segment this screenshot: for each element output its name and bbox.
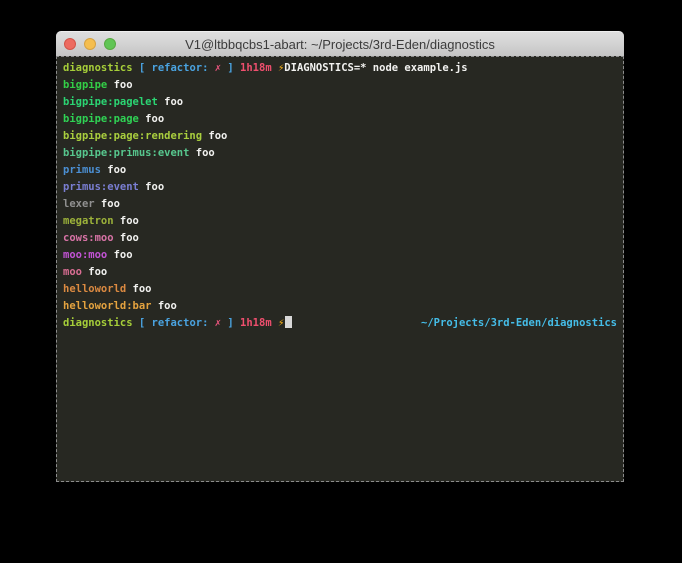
terminal-line: bigpipe:page foo (63, 111, 617, 128)
terminal-line: diagnostics [ refactor: ✗ ] 1h18m ⚡DIAGN… (63, 60, 617, 77)
terminal-line-text: helloworld:bar foo (63, 300, 177, 312)
terminal-line-text: helloworld foo (63, 283, 152, 295)
terminal-line-text: diagnostics [ refactor: ✗ ] 1h18m ⚡ (63, 315, 292, 332)
minimize-button[interactable] (84, 38, 96, 50)
terminal-lines: diagnostics [ refactor: ✗ ] 1h18m ⚡DIAGN… (63, 60, 617, 332)
terminal-line-text: bigpipe:primus:event foo (63, 147, 215, 159)
terminal-line-text: primus:event foo (63, 181, 164, 193)
cursor (285, 316, 292, 328)
terminal-window: V1@ltbbqcbs1-abart: ~/Projects/3rd-Eden/… (56, 31, 624, 482)
traffic-light-buttons (64, 32, 116, 56)
terminal-line-text: bigpipe foo (63, 79, 133, 91)
title-bar[interactable]: V1@ltbbqcbs1-abart: ~/Projects/3rd-Eden/… (56, 31, 624, 56)
terminal-line-text: bigpipe:page foo (63, 113, 164, 125)
terminal-line-text: cows:moo foo (63, 232, 139, 244)
terminal-line-text: megatron foo (63, 215, 139, 227)
terminal-line: primus foo (63, 162, 617, 179)
close-button[interactable] (64, 38, 76, 50)
zoom-button[interactable] (104, 38, 116, 50)
terminal-line-text: bigpipe:page:rendering foo (63, 130, 227, 142)
terminal-line: helloworld foo (63, 281, 617, 298)
terminal-line: diagnostics [ refactor: ✗ ] 1h18m ⚡ ~/Pro… (63, 315, 617, 332)
terminal-line: moo foo (63, 264, 617, 281)
terminal-line-text: primus foo (63, 164, 126, 176)
terminal-line: megatron foo (63, 213, 617, 230)
terminal-line: helloworld:bar foo (63, 298, 617, 315)
terminal-line: bigpipe:pagelet foo (63, 94, 617, 111)
terminal-line: bigpipe:page:rendering foo (63, 128, 617, 145)
terminal-line: primus:event foo (63, 179, 617, 196)
terminal-line: bigpipe foo (63, 77, 617, 94)
terminal-output[interactable]: diagnostics [ refactor: ✗ ] 1h18m ⚡DIAGN… (56, 56, 624, 482)
terminal-line-text: bigpipe:pagelet foo (63, 96, 183, 108)
terminal-line-text: moo:moo foo (63, 249, 133, 261)
cwd-path: ~/Projects/3rd-Eden/diagnostics (421, 315, 617, 332)
terminal-line: moo:moo foo (63, 247, 617, 264)
terminal-line: cows:moo foo (63, 230, 617, 247)
terminal-line-text: moo foo (63, 266, 107, 278)
terminal-line: bigpipe:primus:event foo (63, 145, 617, 162)
terminal-line-text: diagnostics [ refactor: ✗ ] 1h18m ⚡DIAGN… (63, 62, 468, 74)
terminal-line: lexer foo (63, 196, 617, 213)
window-title: V1@ltbbqcbs1-abart: ~/Projects/3rd-Eden/… (56, 37, 624, 52)
terminal-line-text: lexer foo (63, 198, 120, 210)
